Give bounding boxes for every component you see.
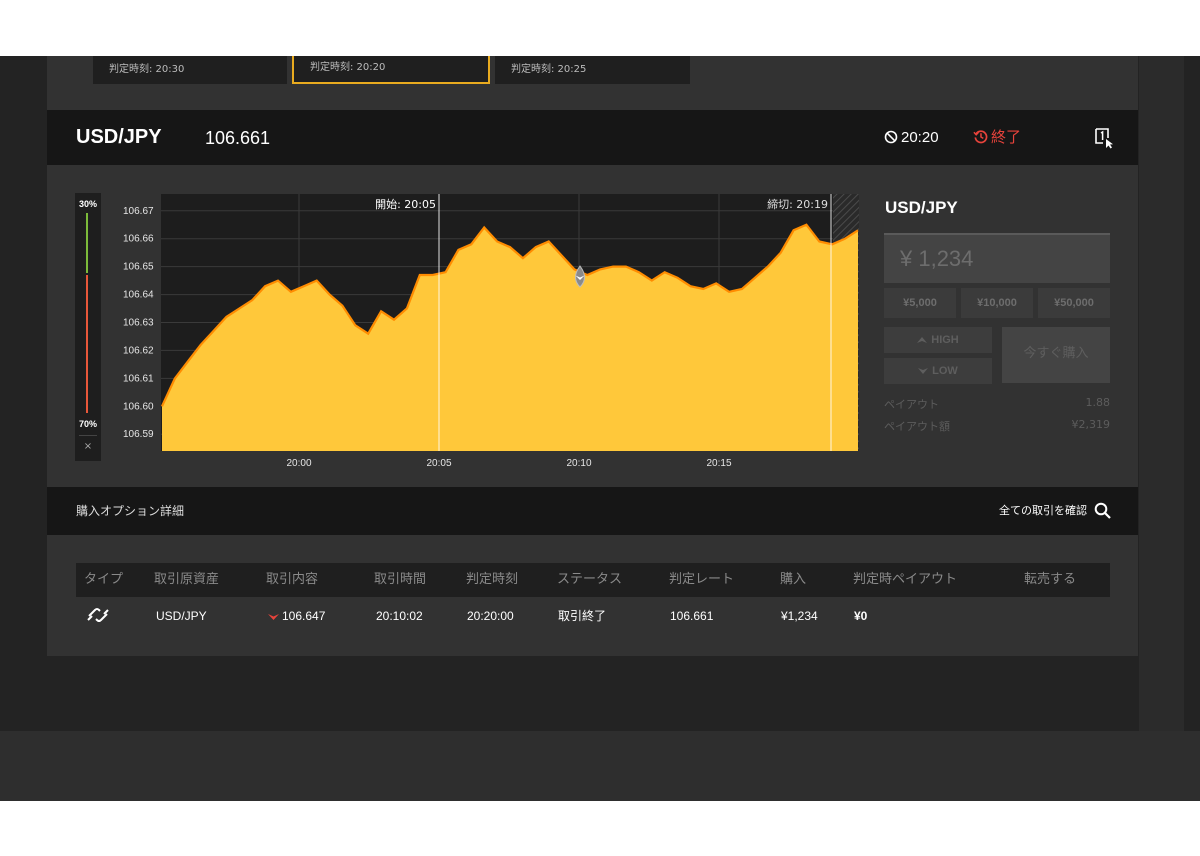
gauge-low-bar bbox=[86, 275, 88, 413]
payout-row: ペイアウト 1.88 bbox=[884, 396, 1110, 412]
y-tick-label: 106.64 bbox=[123, 290, 154, 301]
x-tick-label: 20:00 bbox=[286, 458, 311, 469]
single-view-icon[interactable] bbox=[1093, 127, 1115, 149]
amount-input[interactable]: ¥ 1,234 bbox=[884, 233, 1110, 283]
chevron-down-icon bbox=[918, 368, 929, 374]
buy-now-button[interactable]: 今すぐ購入 bbox=[1002, 327, 1110, 383]
y-tick-label: 106.59 bbox=[123, 429, 154, 440]
end-time-label: 締切: 20:19 bbox=[767, 197, 828, 211]
trade-status: 終了 bbox=[973, 110, 1021, 165]
purchase-details-title: 購入オプション詳細 bbox=[76, 504, 185, 518]
y-tick-label: 106.63 bbox=[123, 318, 154, 329]
asset-pair: USD/JPY bbox=[76, 126, 162, 148]
row-status: 取引終了 bbox=[558, 609, 607, 623]
trade-status-text: 終了 bbox=[991, 128, 1022, 146]
option-card-2030[interactable]: 判定時刻: 20:30 bbox=[93, 56, 287, 84]
col-trade-time: 取引時間 bbox=[374, 572, 427, 587]
row-content-value: 106.647 bbox=[282, 609, 326, 623]
asset-header: USD/JPY 106.661 20:20 終了 bbox=[47, 110, 1138, 165]
no-entry-icon bbox=[884, 130, 898, 144]
payout-amount-row: ペイアウト額 ¥2,319 bbox=[884, 418, 1110, 434]
option-card-label: 判定時刻: 20:20 bbox=[310, 62, 386, 73]
row-judge-rate: 106.661 bbox=[670, 609, 714, 623]
gauge-high-bar bbox=[86, 213, 88, 273]
trades-table-header: タイプ 取引原資産 取引内容 取引時間 判定時刻 ステータス 判定レート 購入 … bbox=[76, 563, 1110, 597]
low-arrow-icon bbox=[268, 614, 279, 620]
all-trades-link[interactable]: 全ての取引を確認 bbox=[999, 487, 1087, 535]
col-resell: 転売する bbox=[1024, 572, 1077, 587]
quick-amount-50000[interactable]: ¥50,000 bbox=[1038, 288, 1110, 318]
row-content: 106.647 bbox=[268, 601, 325, 631]
gauge-close-icon[interactable]: × bbox=[75, 441, 101, 452]
footer-bar bbox=[0, 731, 1200, 801]
gauge-high-percent: 30% bbox=[78, 199, 97, 209]
search-icon[interactable] bbox=[1094, 502, 1111, 519]
expiry-time: 20:20 bbox=[884, 110, 939, 165]
trade-type-icon bbox=[87, 608, 109, 622]
start-time-label: 開始: 20:05 bbox=[375, 197, 436, 211]
y-tick-label: 106.62 bbox=[123, 345, 154, 356]
right-strip bbox=[1139, 56, 1184, 731]
x-tick-label: 20:10 bbox=[566, 458, 591, 469]
chevron-up-icon bbox=[917, 337, 928, 343]
asset-rate: 106.661 bbox=[205, 128, 271, 148]
col-type: タイプ bbox=[84, 572, 124, 587]
col-purchase: 購入 bbox=[780, 572, 807, 587]
x-tick-label: 20:15 bbox=[706, 458, 731, 469]
col-status: ステータス bbox=[557, 572, 623, 587]
col-asset: 取引原資産 bbox=[154, 572, 220, 587]
high-button[interactable]: HIGH bbox=[884, 327, 992, 353]
sentiment-gauge: 30% 70% × bbox=[75, 193, 101, 461]
quick-amount-5000[interactable]: ¥5,000 bbox=[884, 288, 956, 318]
col-payout: 判定時ペイアウト bbox=[853, 572, 958, 587]
option-card-2020[interactable]: 判定時刻: 20:20 bbox=[292, 56, 490, 84]
y-tick-label: 106.66 bbox=[123, 234, 154, 245]
payout-amount-label: ペイアウト額 bbox=[884, 420, 950, 433]
low-button-label: LOW bbox=[932, 365, 958, 377]
app-frame: 判定時刻: 20:30 判定時刻: 20:20 判定時刻: 20:25 USD/… bbox=[0, 56, 1200, 801]
trade-asset-title: USD/JPY bbox=[885, 198, 958, 217]
row-judge-time: 20:20:00 bbox=[467, 609, 514, 623]
history-icon bbox=[973, 130, 988, 144]
trade-panel: USD/JPY ¥ 1,234 ¥5,000 ¥10,000 ¥50,000 H… bbox=[884, 192, 1110, 434]
row-asset: USD/JPY bbox=[156, 609, 207, 623]
price-chart: 開始: 20:05 締切: 20:19 106.67 106.66 106.65 106… bbox=[123, 194, 859, 469]
purchase-details-bar: 購入オプション詳細 全ての取引を確認 bbox=[47, 487, 1138, 535]
payout-value: 1.88 bbox=[1085, 396, 1111, 409]
payout-amount-value: ¥2,319 bbox=[1071, 418, 1111, 431]
y-tick-label: 106.67 bbox=[123, 206, 154, 217]
col-content: 取引内容 bbox=[266, 572, 319, 587]
option-cards: 判定時刻: 20:30 判定時刻: 20:20 判定時刻: 20:25 bbox=[47, 56, 737, 96]
payout-label: ペイアウト bbox=[884, 398, 939, 411]
option-card-2025[interactable]: 判定時刻: 20:25 bbox=[495, 56, 690, 84]
y-tick-label: 106.61 bbox=[123, 373, 154, 384]
x-tick-label: 20:05 bbox=[426, 458, 451, 469]
y-tick-label: 106.65 bbox=[123, 262, 154, 273]
option-card-label: 判定時刻: 20:30 bbox=[109, 64, 185, 75]
row-purchase: ¥1,234 bbox=[781, 609, 818, 623]
gauge-low-percent: 70% bbox=[78, 419, 97, 429]
row-payout: ¥0 bbox=[854, 609, 868, 623]
expiry-time-text: 20:20 bbox=[901, 129, 939, 146]
low-button[interactable]: LOW bbox=[884, 358, 992, 384]
col-judge-rate: 判定レート bbox=[669, 572, 735, 587]
high-button-label: HIGH bbox=[931, 334, 959, 346]
quick-amount-10000[interactable]: ¥10,000 bbox=[961, 288, 1033, 318]
col-judge-time: 判定時刻 bbox=[466, 572, 519, 587]
gauge-divider bbox=[79, 435, 97, 436]
option-card-label: 判定時刻: 20:25 bbox=[511, 64, 587, 75]
row-trade-time: 20:10:02 bbox=[376, 609, 423, 623]
y-tick-label: 106.60 bbox=[123, 401, 154, 412]
